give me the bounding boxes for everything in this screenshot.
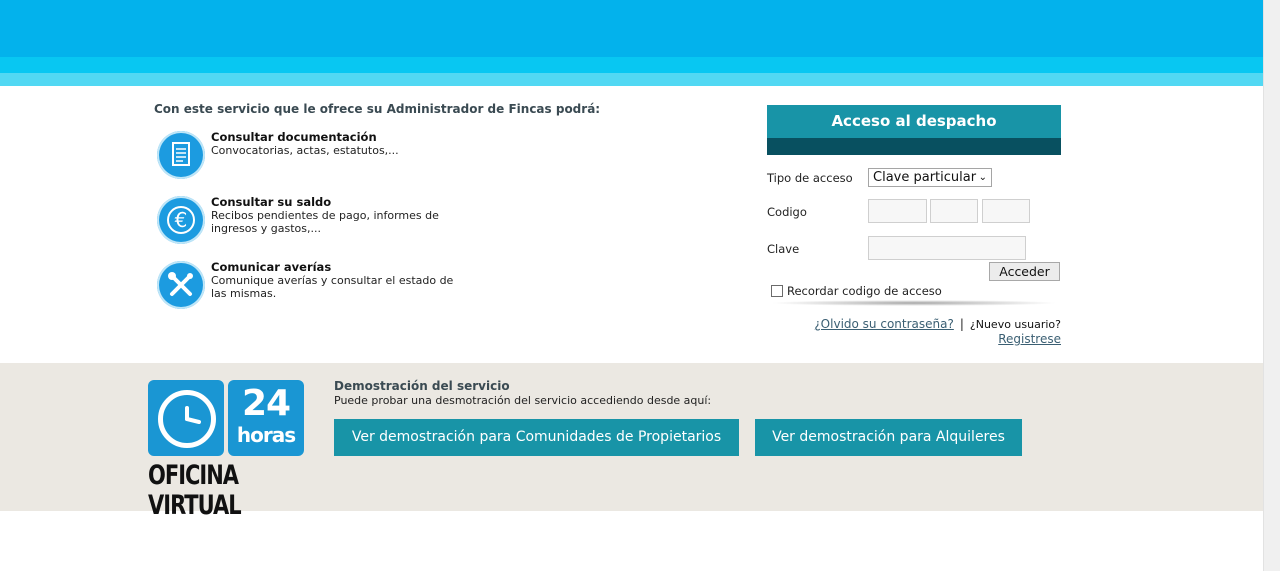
password-input[interactable] [868, 236, 1026, 260]
feature-desc: Recibos pendientes de pago, informes de … [211, 209, 439, 235]
chevron-down-icon: ⌄ [978, 172, 987, 183]
password-label: Clave [767, 242, 800, 256]
logo-horas: horas [236, 423, 296, 447]
feature-title: Consultar documentación [211, 130, 377, 144]
oficina-virtual-logo: 24 horas OFICINA VIRTUAL [148, 380, 306, 520]
feature-title: Comunicar averías [211, 260, 332, 274]
remember-checkbox[interactable] [771, 285, 783, 297]
logo-name: OFICINA VIRTUAL [148, 460, 242, 520]
vertical-scrollbar[interactable] [1263, 0, 1280, 571]
document-icon [157, 131, 205, 179]
demo-alquileres-button[interactable]: Ver demostración para Alquileres [755, 419, 1022, 456]
header-band [0, 0, 1263, 57]
code-input-3[interactable] [982, 199, 1030, 223]
access-type-label: Tipo de acceso [767, 171, 853, 185]
logo-clock-tile [148, 380, 224, 456]
code-input-1[interactable] [868, 199, 927, 223]
feature-desc: Comunique averías y consultar el estado … [211, 274, 454, 300]
login-button[interactable]: Acceder [989, 262, 1060, 281]
login-title: Acceso al despacho [767, 105, 1061, 138]
feature-desc: Convocatorias, actas, estatutos,... [211, 144, 399, 157]
demo-title: Demostración del servicio [334, 379, 510, 393]
euro-icon: € [157, 196, 205, 244]
register-link[interactable]: Registrese [998, 332, 1061, 346]
access-type-value: Clave particular [873, 170, 977, 185]
logo-number: 24 [241, 383, 291, 424]
feature-documentation: Consultar documentación Convocatorias, a… [157, 131, 477, 181]
demo-comunidades-button[interactable]: Ver demostración para Comunidades de Pro… [334, 419, 739, 456]
code-label: Codigo [767, 205, 807, 219]
new-user-text: ¿Nuevo usuario? [969, 318, 1061, 331]
feature-title: Consultar su saldo [211, 195, 332, 209]
remember-label: Recordar codigo de acceso [787, 284, 942, 298]
logo-24h-tile: 24 horas [228, 380, 304, 456]
intro-text: Con este servicio que le ofrece su Admin… [154, 102, 601, 116]
feature-balance: € Consultar su saldo Recibos pendientes … [157, 196, 477, 246]
access-type-select[interactable]: Clave particular ⌄ [868, 168, 992, 187]
forgot-password-link[interactable]: ¿Olvido su contraseña? [814, 317, 954, 331]
login-header-strip [767, 138, 1061, 155]
decorative-shadow [770, 300, 1058, 306]
feature-repairs: Comunicar averías Comunique averías y co… [157, 261, 477, 311]
clock-icon [158, 390, 216, 448]
header-stripe-light [0, 73, 1263, 86]
account-links: ¿Olvido su contraseña? | ¿Nuevo usuario? R… [814, 317, 1061, 346]
link-separator: | [959, 317, 964, 331]
svg-text:€: € [175, 208, 188, 232]
demo-subtitle: Puede probar una desmotración del servic… [334, 394, 712, 407]
tools-icon [157, 261, 205, 309]
header-stripe [0, 57, 1263, 73]
code-input-2[interactable] [930, 199, 978, 223]
